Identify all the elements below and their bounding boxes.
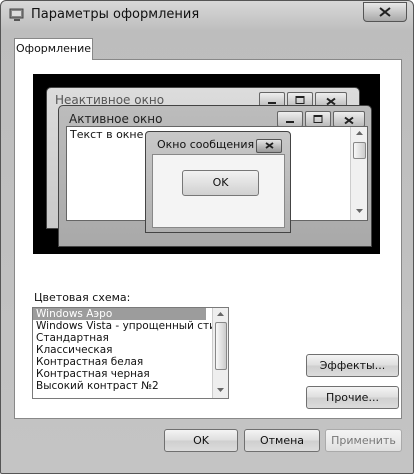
close-icon (265, 142, 274, 149)
preview-minimize-button (277, 111, 303, 127)
apply-button[interactable]: Применить (325, 429, 402, 452)
preview-message-box: Окно сообщения OK (145, 131, 291, 233)
title-bar[interactable]: Параметры оформления (1, 1, 413, 29)
appearance-preview: Неактивное окно Активное окно Текст в ок… (33, 74, 380, 254)
display-settings-icon (9, 8, 24, 21)
scroll-up-arrow-icon (356, 131, 363, 135)
preview-window-text: Текст в окне (70, 128, 144, 141)
window-close-button[interactable] (363, 2, 407, 22)
preview-message-ok-button: OK (182, 170, 259, 196)
color-scheme-list[interactable]: Windows Аэро Windows Vista - упрощенный … (32, 307, 229, 399)
close-icon (379, 7, 391, 17)
minimize-icon (286, 121, 294, 123)
scroll-thumb[interactable] (215, 322, 227, 370)
scroll-thumb (353, 142, 366, 159)
preview-close-button (333, 111, 365, 127)
effects-button[interactable]: Эффекты... (306, 354, 399, 377)
list-item[interactable]: Контрастная белая (33, 356, 228, 368)
list-item[interactable]: Windows Аэро (33, 308, 206, 320)
window-title: Параметры оформления (31, 7, 200, 22)
minimize-icon (268, 102, 276, 104)
preview-message-title: Окно сообщения (157, 138, 255, 151)
preview-scrollbar (350, 127, 367, 220)
color-scheme-label: Цветовая схема: (34, 291, 131, 304)
appearance-settings-dialog: Параметры оформления Оформление Неактивн… (0, 0, 414, 474)
scroll-up-arrow-icon[interactable] (217, 312, 224, 316)
list-item[interactable]: Контрастная черная (33, 368, 228, 380)
ok-button[interactable]: OK (164, 429, 238, 452)
maximize-icon (295, 96, 305, 104)
preview-message-close-button (256, 139, 282, 153)
preview-active-title: Активное окно (69, 112, 163, 126)
tab-appearance[interactable]: Оформление (14, 38, 93, 60)
scroll-down-arrow-icon[interactable] (217, 388, 224, 392)
scroll-down-arrow-icon (356, 209, 363, 213)
cancel-button[interactable]: Отмена (244, 429, 320, 452)
maximize-icon (313, 115, 323, 123)
list-item[interactable]: Высокий контраст №2 (33, 380, 228, 392)
preview-maximize-button (305, 111, 331, 127)
list-item[interactable]: Windows Vista - упрощенный стиль (33, 320, 228, 332)
other-button[interactable]: Прочие... (306, 386, 399, 409)
list-item[interactable]: Стандартная (33, 332, 228, 344)
preview-message-client: OK (152, 154, 285, 228)
color-scheme-scrollbar[interactable] (212, 308, 228, 398)
list-item[interactable]: Классическая (33, 344, 228, 356)
appearance-tab-panel: Неактивное окно Активное окно Текст в ок… (14, 59, 402, 419)
